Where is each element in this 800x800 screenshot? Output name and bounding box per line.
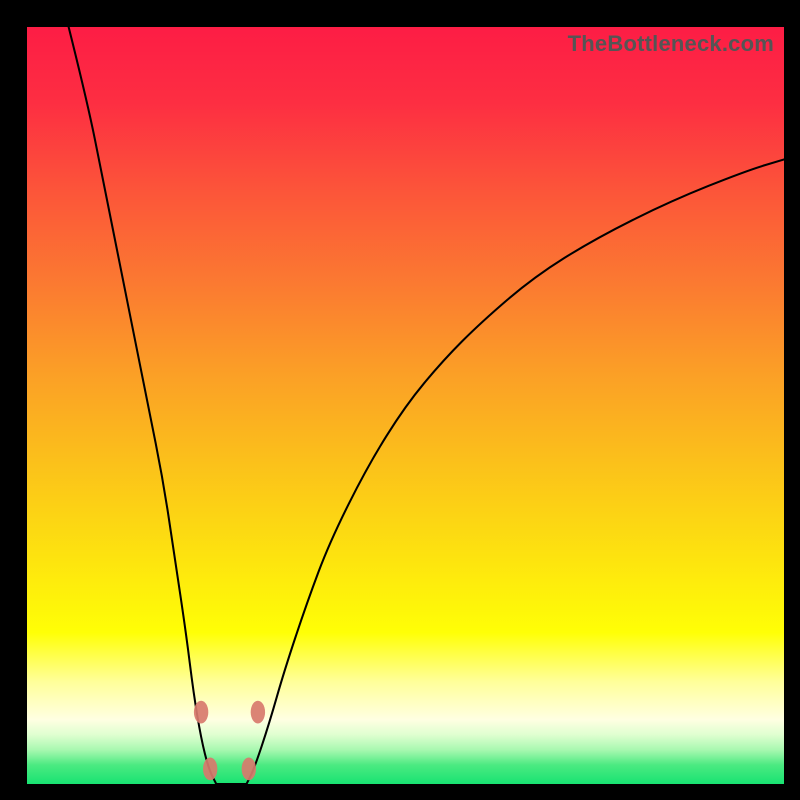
bottleneck-curve — [69, 27, 784, 784]
trough-markers — [194, 701, 265, 780]
trough-marker-dot — [203, 758, 217, 781]
plot-area: TheBottleneck.com — [27, 27, 784, 784]
trough-marker-dot — [194, 701, 208, 724]
trough-marker-dot — [242, 758, 256, 781]
chart-frame: TheBottleneck.com — [0, 0, 800, 800]
curve-layer — [27, 27, 784, 784]
trough-marker-dot — [251, 701, 265, 724]
